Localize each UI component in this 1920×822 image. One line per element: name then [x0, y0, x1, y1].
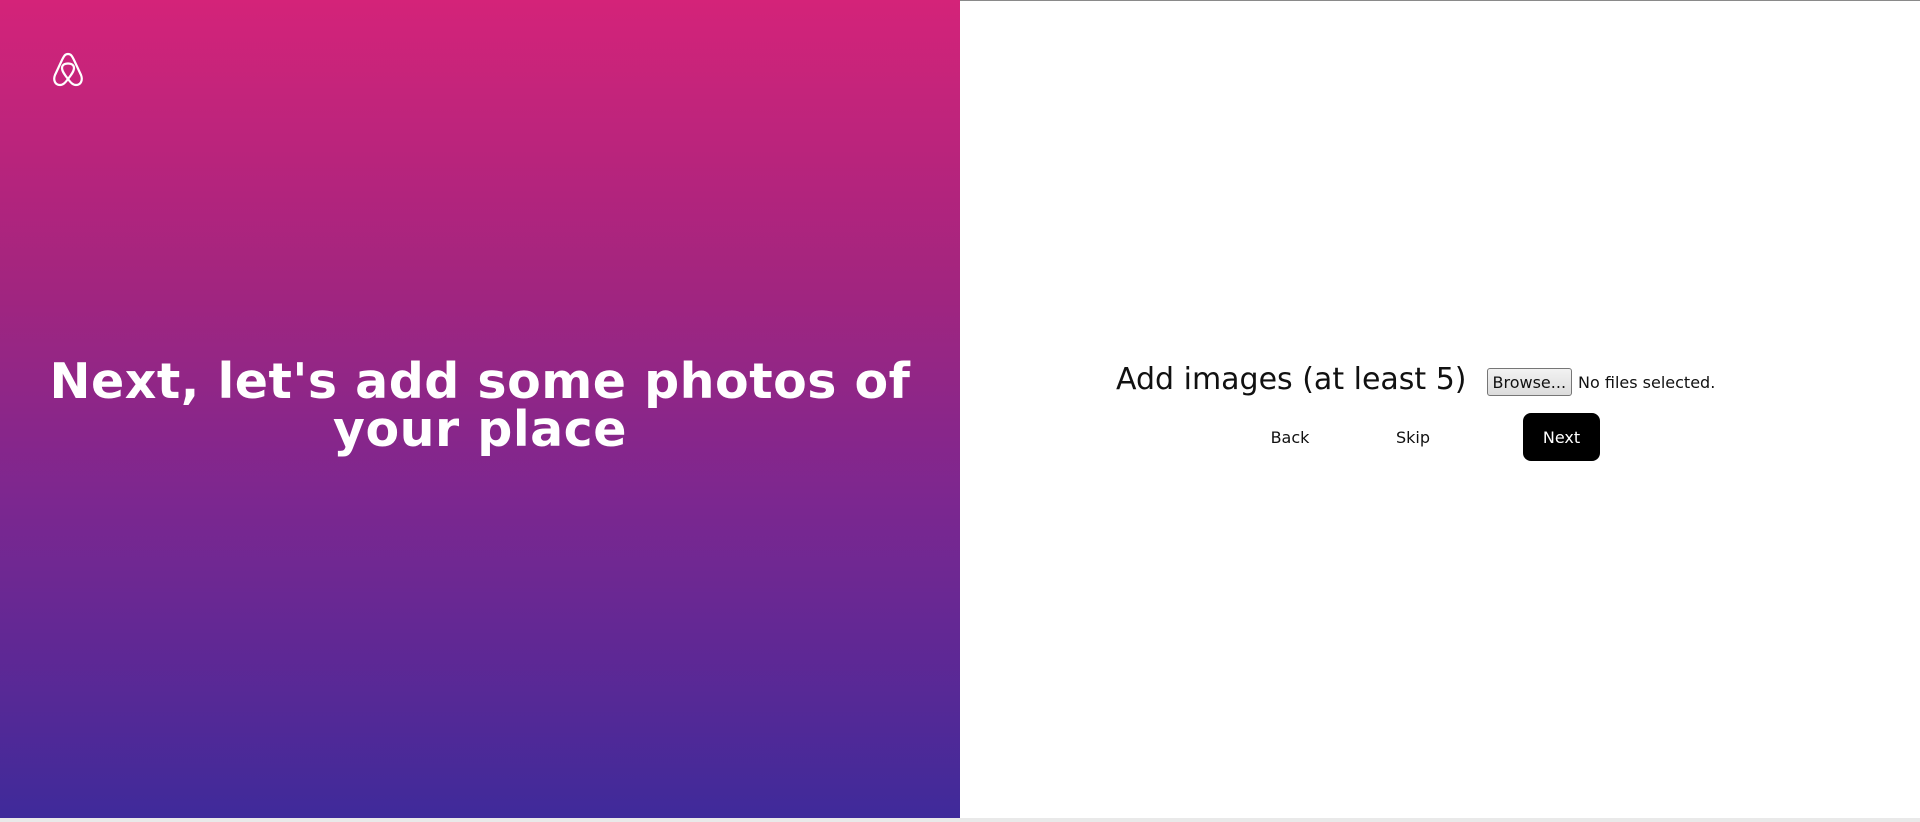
skip-button[interactable]: Skip	[1387, 413, 1439, 461]
image-upload-row: Add images (at least 5) Browse... No fil…	[1116, 357, 1715, 401]
navigation-buttons: Back Skip Next	[960, 413, 1920, 461]
hero-panel: Next, let's add some photos of your plac…	[0, 0, 960, 818]
back-button[interactable]: Back	[1264, 413, 1316, 461]
bottom-edge	[0, 818, 1920, 822]
airbnb-logo-icon[interactable]	[52, 52, 84, 88]
upload-label: Add images (at least 5)	[1116, 361, 1467, 397]
form-panel: Add images (at least 5) Browse... No fil…	[960, 1, 1920, 818]
next-button[interactable]: Next	[1523, 413, 1600, 461]
browse-button[interactable]: Browse...	[1486, 368, 1573, 396]
file-status-text: No files selected.	[1578, 372, 1716, 392]
hero-title: Next, let's add some photos of your plac…	[49, 353, 911, 458]
